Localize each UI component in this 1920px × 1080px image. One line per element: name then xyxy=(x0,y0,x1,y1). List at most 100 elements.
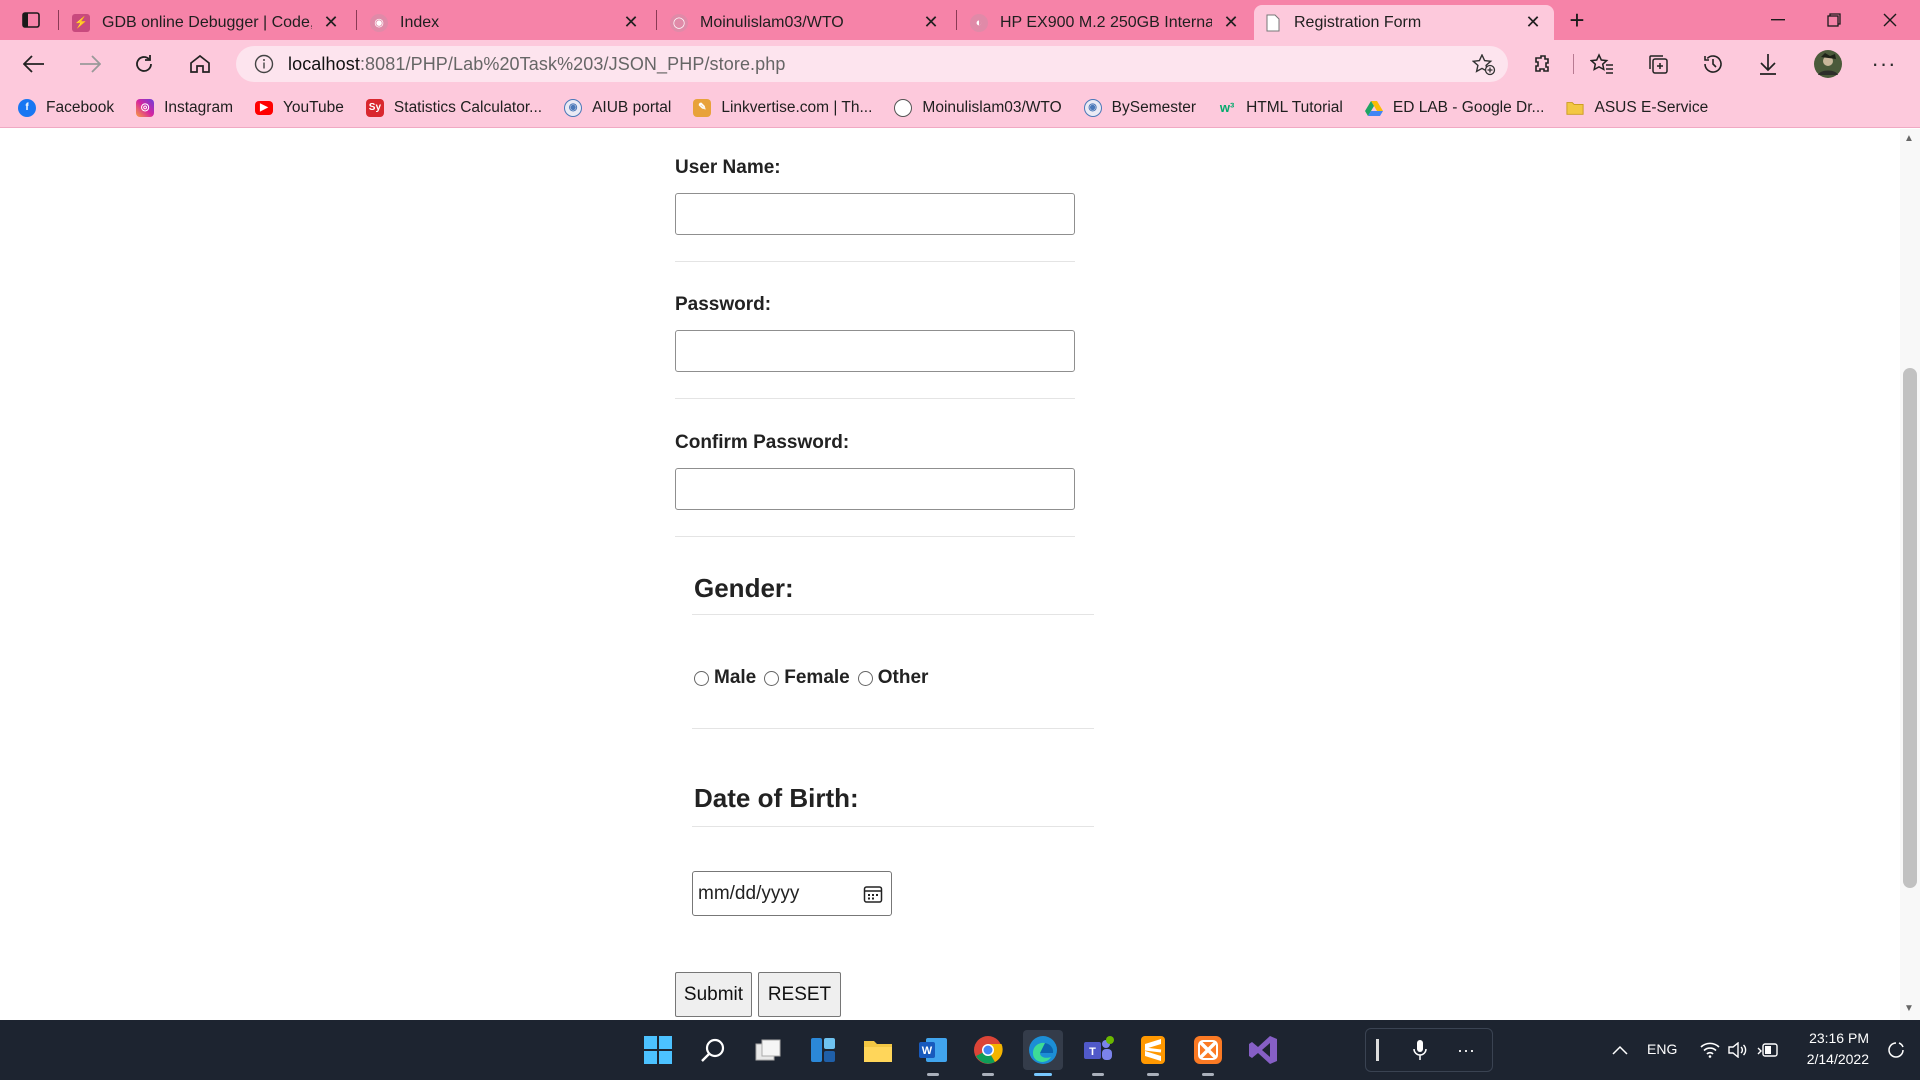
clock-time[interactable]: 23:16 PM xyxy=(1805,1030,1869,1046)
dob-placeholder: mm/dd/yyyy xyxy=(698,882,800,904)
close-icon[interactable]: ✕ xyxy=(620,12,642,33)
bookmark-facebook[interactable]: f Facebook xyxy=(18,98,114,117)
close-icon[interactable]: ✕ xyxy=(1220,12,1242,33)
bookmark-bysemester[interactable]: ◉ BySemester xyxy=(1083,98,1196,117)
info-icon[interactable] xyxy=(246,54,282,74)
radio-female[interactable] xyxy=(764,670,780,686)
visual-studio-icon[interactable] xyxy=(1243,1030,1283,1070)
sublime-text-icon[interactable] xyxy=(1133,1030,1173,1076)
scroll-down-icon[interactable]: ▼ xyxy=(1904,1003,1914,1014)
tab-gdb[interactable]: ⚡ GDB online Debugger | Code, Co ✕ xyxy=(62,5,352,40)
more-icon[interactable]: ··· xyxy=(1446,1030,1486,1070)
task-view-icon[interactable] xyxy=(748,1030,788,1070)
dob-input[interactable]: mm/dd/yyyy xyxy=(692,871,892,916)
running-indicator xyxy=(1147,1073,1159,1076)
new-tab-icon[interactable]: + xyxy=(1560,0,1594,40)
tab-github[interactable]: ◯ Moinulislam03/WTO ✕ xyxy=(660,5,952,40)
url-text[interactable]: localhost:8081/PHP/Lab%20Task%203/JSON_P… xyxy=(288,54,786,75)
bookmark-youtube[interactable]: ▶ YouTube xyxy=(255,99,344,117)
notifications-icon[interactable] xyxy=(1876,1030,1916,1070)
radio-male[interactable] xyxy=(694,670,709,686)
svg-text:W: W xyxy=(922,1045,933,1057)
edge-icon[interactable] xyxy=(1023,1030,1063,1076)
scroll-thumb[interactable] xyxy=(1903,368,1917,888)
chrome-icon[interactable] xyxy=(968,1030,1008,1076)
reset-button[interactable]: RESET xyxy=(758,972,841,1017)
bookmark-label: ASUS E-Service xyxy=(1594,98,1709,116)
gdb-icon: ⚡ xyxy=(72,13,90,32)
gender-title: Gender: xyxy=(694,573,794,603)
bookmark-linkvertise[interactable]: ✎ Linkvertise.com | Th... xyxy=(693,98,872,117)
search-icon[interactable] xyxy=(693,1030,733,1070)
more-options-icon[interactable]: ··· xyxy=(1866,46,1902,82)
downloads-icon[interactable] xyxy=(1750,46,1786,82)
tab-title: Index xyxy=(400,13,440,31)
url-path: :8081/PHP/Lab%20Task%203/JSON_PHP/store.… xyxy=(359,53,786,74)
folder-icon xyxy=(1566,99,1585,117)
bookmark-html-tutorial[interactable]: w³ HTML Tutorial xyxy=(1218,99,1343,117)
confirm-password-input[interactable] xyxy=(675,468,1075,510)
address-bar[interactable]: localhost:8081/PHP/Lab%20Task%203/JSON_P… xyxy=(236,46,1508,82)
close-icon[interactable]: ✕ xyxy=(920,12,942,33)
tab-title: HP EX900 M.2 250GB Internal SS xyxy=(1000,13,1212,31)
submit-button[interactable]: Submit xyxy=(675,972,752,1017)
window-close-icon[interactable] xyxy=(1868,0,1912,40)
close-icon[interactable]: ✕ xyxy=(320,12,342,33)
tab-index[interactable]: ◉ Index ✕ xyxy=(360,5,652,40)
widgets-icon[interactable] xyxy=(803,1030,843,1070)
clock-date[interactable]: 2/14/2022 xyxy=(1800,1051,1869,1067)
microphone-icon[interactable] xyxy=(1400,1030,1440,1070)
history-icon[interactable] xyxy=(1695,46,1731,82)
windows-start-icon[interactable] xyxy=(638,1030,678,1070)
profile-avatar[interactable] xyxy=(1810,46,1846,82)
restore-icon[interactable] xyxy=(1812,0,1856,40)
tab-hp[interactable]: ◐ HP EX900 M.2 250GB Internal SS ✕ xyxy=(960,5,1252,40)
refresh-icon[interactable] xyxy=(126,46,162,82)
word-icon[interactable]: W xyxy=(913,1030,953,1076)
extensions-icon[interactable] xyxy=(1526,46,1562,82)
password-label: Password: xyxy=(675,294,772,315)
bookmark-asus-eservice[interactable]: ASUS E-Service xyxy=(1566,99,1708,117)
collections-icon[interactable] xyxy=(1640,46,1676,82)
password-input[interactable] xyxy=(675,330,1075,372)
radio-other[interactable] xyxy=(857,670,873,686)
username-input[interactable] xyxy=(675,193,1075,235)
tab-actions-icon[interactable] xyxy=(14,0,48,40)
text-cursor-icon[interactable] xyxy=(1358,1030,1398,1070)
bookmark-instagram[interactable]: ◎ Instagram xyxy=(136,98,233,117)
scroll-up-icon[interactable]: ▲ xyxy=(1904,133,1914,144)
file-explorer-icon[interactable] xyxy=(858,1030,898,1070)
teams-icon[interactable]: T xyxy=(1078,1030,1118,1076)
chevron-up-icon[interactable] xyxy=(1600,1030,1640,1070)
bookmark-ed-lab[interactable]: ED LAB - Google Dr... xyxy=(1364,98,1545,117)
tab-strip: ⚡ GDB online Debugger | Code, Co ✕ ◉ Ind… xyxy=(0,0,1920,40)
minimize-icon[interactable] xyxy=(1756,0,1800,40)
bookmark-label: Instagram xyxy=(164,98,233,116)
divider xyxy=(675,398,1075,399)
bookmark-github[interactable]: Moinulislam03/WTO xyxy=(894,98,1062,117)
add-favorite-icon[interactable] xyxy=(1471,53,1496,81)
page-content: User Name: Password: Confirm Password: G… xyxy=(0,129,1900,1020)
close-icon[interactable]: ✕ xyxy=(1522,12,1544,33)
tab-registration-form[interactable]: Registration Form ✕ xyxy=(1254,5,1554,40)
radio-male-label: Male xyxy=(714,667,757,688)
language-indicator[interactable]: ENG xyxy=(1647,1041,1677,1057)
divider xyxy=(692,614,1094,615)
tab-title: Moinulislam03/WTO xyxy=(700,13,844,31)
battery-icon[interactable] xyxy=(1748,1030,1788,1070)
divider xyxy=(692,826,1094,827)
xampp-icon[interactable] xyxy=(1188,1030,1228,1076)
bookmark-aiub-portal[interactable]: ◉ AIUB portal xyxy=(564,98,671,117)
divider xyxy=(675,261,1075,262)
bookmark-label: ED LAB - Google Dr... xyxy=(1392,98,1545,116)
back-icon[interactable] xyxy=(16,46,52,82)
tab-title: GDB online Debugger | Code, Co xyxy=(102,13,312,31)
hp-icon: ◐ xyxy=(970,13,988,32)
home-icon[interactable] xyxy=(182,46,218,82)
forward-icon[interactable] xyxy=(72,46,108,82)
bookmark-statistics-calculator[interactable]: Sy Statistics Calculator... xyxy=(365,98,542,117)
favorites-icon[interactable] xyxy=(1584,46,1620,82)
divider xyxy=(692,728,1094,729)
username-label: User Name: xyxy=(675,157,781,178)
calendar-icon[interactable] xyxy=(863,884,883,910)
